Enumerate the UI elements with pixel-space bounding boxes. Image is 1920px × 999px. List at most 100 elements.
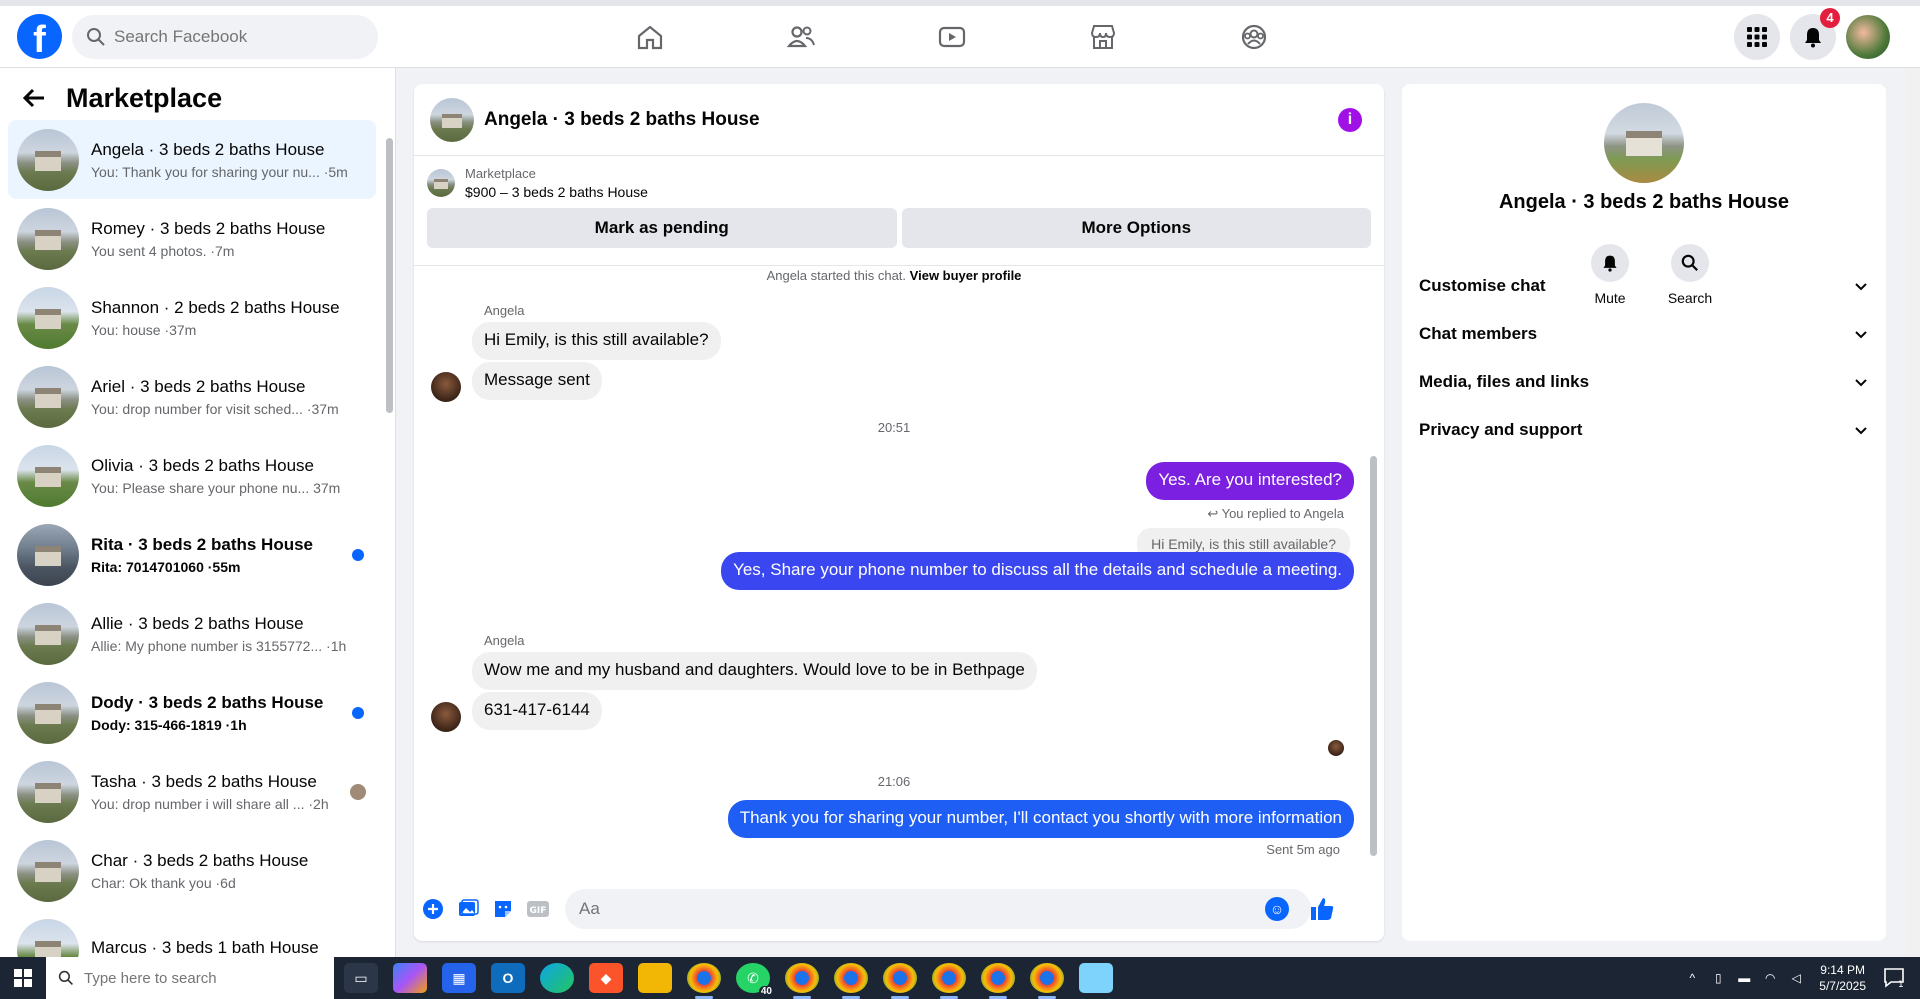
sidebar-scrollbar[interactable] bbox=[384, 110, 394, 940]
profile-avatar[interactable] bbox=[1846, 15, 1890, 59]
listing-price[interactable]: $900 – 3 beds 2 baths House bbox=[465, 184, 648, 200]
chat-title[interactable]: Angela · 3 beds 2 baths House bbox=[484, 109, 760, 131]
info-icon[interactable]: i bbox=[1338, 108, 1362, 132]
sticker-icon[interactable] bbox=[491, 897, 515, 921]
conversation-preview: You: drop number for visit sched... ·37m bbox=[91, 400, 339, 417]
sender-avatar[interactable] bbox=[431, 702, 461, 732]
section-label: Media, files and links bbox=[1419, 372, 1590, 391]
back-arrow-icon[interactable] bbox=[20, 84, 48, 112]
incoming-message[interactable]: 631-417-6144 bbox=[472, 692, 602, 730]
conversation-list: Angela · 3 beds 2 baths House You: Thank… bbox=[0, 120, 384, 957]
conversation-item[interactable]: Olivia · 3 beds 2 baths House You: Pleas… bbox=[8, 436, 376, 515]
conversation-item[interactable]: Tasha · 3 beds 2 baths House You: drop n… bbox=[8, 752, 376, 831]
photo-icon[interactable] bbox=[456, 897, 480, 921]
copilot-icon[interactable] bbox=[393, 963, 427, 993]
conversation-item[interactable]: Marcus · 3 beds 1 bath House bbox=[8, 910, 376, 957]
search-bar[interactable] bbox=[72, 15, 378, 59]
conversation-item[interactable]: Ariel · 3 beds 2 baths House You: drop n… bbox=[8, 357, 376, 436]
incoming-message[interactable]: Hi Emily, is this still available? bbox=[472, 322, 721, 360]
chrome-icon[interactable] bbox=[687, 963, 721, 999]
chrome-profile-icon[interactable] bbox=[1030, 963, 1064, 999]
listing-thumbnail bbox=[17, 207, 79, 270]
customise-chat-section[interactable]: Customise chat bbox=[1419, 266, 1869, 306]
taskbar-apps: ▭ ▦ O ◆ ✆ 40 bbox=[344, 963, 1128, 999]
listing-thumbnail[interactable] bbox=[427, 169, 455, 197]
chrome-profile-icon[interactable] bbox=[834, 963, 868, 999]
chat-members-section[interactable]: Chat members bbox=[1419, 314, 1869, 354]
search-input[interactable] bbox=[114, 27, 344, 47]
conversation-item[interactable]: Shannon · 2 beds 2 baths House You: hous… bbox=[8, 278, 376, 357]
incoming-message[interactable]: Wow me and my husband and daughters. Wou… bbox=[472, 652, 1037, 690]
store-icon[interactable]: ▦ bbox=[442, 963, 476, 993]
chrome-profile-icon[interactable] bbox=[981, 963, 1015, 999]
gif-icon[interactable]: GIF bbox=[526, 897, 550, 921]
add-icon[interactable] bbox=[421, 897, 445, 921]
clock[interactable]: 9:14 PM 5/7/2025 bbox=[1819, 962, 1866, 994]
conversation-preview: You sent 4 photos. ·7m bbox=[91, 242, 235, 259]
conversation-item[interactable]: Allie · 3 beds 2 baths House Allie: My p… bbox=[8, 594, 376, 673]
chat-avatar[interactable] bbox=[430, 97, 474, 142]
mark-pending-button[interactable]: Mark as pending bbox=[427, 208, 897, 248]
listing-thumbnail bbox=[17, 128, 79, 191]
incoming-message[interactable]: Message sent bbox=[472, 362, 602, 400]
page-scrollbar[interactable] bbox=[1906, 68, 1920, 957]
chrome-profile-icon[interactable] bbox=[932, 963, 966, 999]
nav-groups[interactable] bbox=[1214, 16, 1294, 58]
conversation-preview: Rita: 7014701060 ·55m bbox=[91, 558, 241, 575]
marketplace-icon bbox=[1090, 25, 1116, 49]
conversation-item[interactable]: Angela · 3 beds 2 baths House You: Thank… bbox=[8, 120, 376, 199]
privacy-support-section[interactable]: Privacy and support bbox=[1419, 410, 1869, 450]
scrollbar-thumb[interactable] bbox=[1370, 456, 1377, 856]
chat-scrollbar[interactable] bbox=[1369, 266, 1379, 876]
brave-icon[interactable]: ◆ bbox=[589, 963, 623, 993]
start-button[interactable] bbox=[0, 957, 46, 999]
view-buyer-profile-link[interactable]: View buyer profile bbox=[910, 268, 1022, 283]
notification-center-button[interactable]: 1 bbox=[1882, 965, 1910, 991]
conversation-title: Shannon · 2 beds 2 baths House bbox=[91, 297, 340, 317]
chevron-up-icon[interactable]: ^ bbox=[1681, 968, 1703, 988]
conversation-item[interactable]: Romey · 3 beds 2 baths House You sent 4 … bbox=[8, 199, 376, 278]
conversation-title: Olivia · 3 beds 2 baths House bbox=[91, 455, 315, 475]
chrome-profile-icon[interactable] bbox=[883, 963, 917, 999]
nav-marketplace[interactable] bbox=[1063, 16, 1143, 58]
outgoing-message[interactable]: Thank you for sharing your number, I'll … bbox=[727, 800, 1354, 838]
nav-friends[interactable] bbox=[761, 16, 841, 58]
whatsapp-icon[interactable]: ✆ 40 bbox=[736, 963, 774, 997]
conversation-item[interactable]: Rita · 3 beds 2 baths House Rita: 701470… bbox=[8, 515, 376, 594]
volume-icon[interactable]: ◁ bbox=[1785, 968, 1807, 988]
task-view-icon[interactable]: ▭ bbox=[344, 963, 378, 993]
conversation-preview: Allie: My phone number is 3155772... ·1h bbox=[91, 637, 347, 654]
device-icon[interactable]: ▯ bbox=[1707, 968, 1729, 988]
scrollbar-thumb[interactable] bbox=[386, 138, 393, 413]
menu-button[interactable] bbox=[1734, 14, 1780, 60]
edge-icon[interactable] bbox=[540, 963, 574, 993]
grid-menu-icon bbox=[1747, 27, 1767, 47]
file-explorer-icon[interactable] bbox=[638, 963, 672, 993]
notepad-icon[interactable] bbox=[1079, 963, 1113, 993]
taskbar-search[interactable] bbox=[46, 957, 334, 999]
conversation-item[interactable]: Char · 3 beds 2 baths House Char: Ok tha… bbox=[8, 831, 376, 910]
notifications-button[interactable]: 4 bbox=[1790, 8, 1840, 60]
more-options-button[interactable]: More Options bbox=[901, 208, 1371, 248]
facebook-logo[interactable]: f bbox=[17, 14, 62, 59]
outgoing-message[interactable]: Yes. Are you interested? bbox=[1146, 462, 1354, 500]
sender-avatar[interactable] bbox=[431, 372, 461, 402]
taskbar-search-input[interactable] bbox=[84, 969, 264, 987]
thumbs-up-icon[interactable] bbox=[1309, 896, 1335, 922]
nav-video[interactable] bbox=[912, 16, 992, 58]
wifi-icon[interactable]: ◠ bbox=[1759, 968, 1781, 988]
listing-thumbnail bbox=[17, 523, 79, 586]
listing-thumbnail bbox=[17, 444, 79, 507]
message-input[interactable] bbox=[565, 889, 1311, 929]
nav-home[interactable] bbox=[610, 16, 690, 58]
emoji-icon[interactable]: ☺ bbox=[1265, 897, 1289, 921]
outgoing-message[interactable]: Yes, Share your phone number to discuss … bbox=[721, 552, 1354, 590]
listing-photo[interactable] bbox=[1604, 103, 1684, 183]
conversation-title: Tasha · 3 beds 2 baths House bbox=[91, 771, 317, 791]
timestamp: 21:06 bbox=[877, 774, 911, 789]
conversation-item[interactable]: Dody · 3 beds 2 baths House Dody: 315-46… bbox=[8, 673, 376, 752]
outlook-icon[interactable]: O bbox=[491, 963, 525, 993]
media-files-section[interactable]: Media, files and links bbox=[1419, 362, 1869, 402]
chrome-profile-icon[interactable] bbox=[785, 963, 819, 999]
battery-icon[interactable]: ▬ bbox=[1733, 968, 1755, 988]
